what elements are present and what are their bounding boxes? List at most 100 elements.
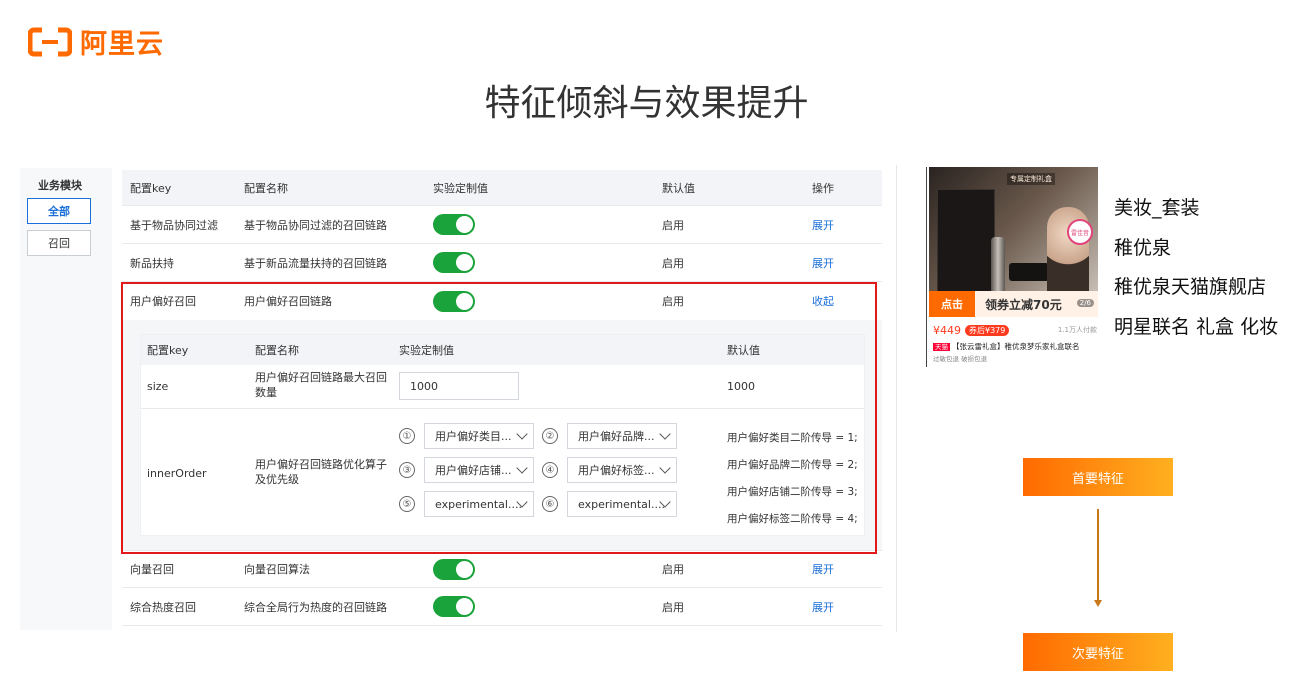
row-name: 向量召回算法 bbox=[244, 563, 310, 576]
click-button[interactable]: 点击 bbox=[929, 291, 975, 317]
product-guarantees: 过敏包退 破损包退 bbox=[933, 355, 988, 363]
vertical-divider bbox=[896, 165, 897, 632]
sub-header-value: 实验定制值 bbox=[399, 344, 454, 357]
coupon-text: 领券立减70元 bbox=[985, 297, 1062, 312]
table-row: 基于物品协同过滤 基于物品协同过滤的召回链路 启用 展开 bbox=[122, 206, 882, 244]
flow-arrow-line bbox=[1097, 509, 1099, 601]
aliyun-bracket-logo-icon bbox=[28, 27, 72, 56]
sub-header-default: 默认值 bbox=[727, 344, 760, 357]
sub-row-divider bbox=[141, 408, 864, 409]
select-value: 用户偏好标签... bbox=[578, 464, 655, 477]
select-value: 用户偏好品牌... bbox=[578, 430, 655, 443]
row-default: 启用 bbox=[662, 563, 684, 576]
gift-box-shape bbox=[937, 189, 995, 293]
feature-item: 稚优泉 bbox=[1114, 236, 1172, 259]
sold-count: 1.1万人付款 bbox=[1057, 326, 1097, 334]
row-key: 综合热度召回 bbox=[130, 600, 196, 614]
sidebar-item-recall[interactable]: 召回 bbox=[27, 230, 91, 256]
feature-list: 美妆_套装 稚优泉 稚优泉天猫旗舰店 明星联名 礼盒 化妆 bbox=[1114, 193, 1278, 351]
row-toggle[interactable] bbox=[433, 282, 475, 320]
order-default-1: 用户偏好类目二阶传导 = 1; bbox=[727, 432, 858, 444]
order-select-3[interactable]: 用户偏好店铺... bbox=[424, 457, 534, 483]
row-key: 基于物品协同过滤 bbox=[130, 218, 218, 232]
header-default-value: 默认值 bbox=[662, 181, 695, 195]
size-key: size bbox=[147, 380, 169, 393]
order-default-2: 用户偏好品牌二阶传导 = 2; bbox=[727, 459, 858, 471]
row-toggle[interactable] bbox=[433, 244, 475, 281]
order-select-2[interactable]: 用户偏好品牌... bbox=[567, 423, 677, 449]
order-default-3: 用户偏好店铺二阶传导 = 3; bbox=[727, 486, 858, 498]
table-row: 向量召回 向量召回算法 启用 展开 bbox=[122, 550, 882, 588]
row-name: 用户偏好召回链路 bbox=[244, 295, 332, 308]
secondary-feature-box: 次要特征 bbox=[1023, 633, 1173, 671]
expand-link[interactable]: 展开 bbox=[812, 588, 834, 625]
size-default: 1000 bbox=[727, 380, 755, 393]
size-name-line2: 数量 bbox=[255, 386, 277, 399]
page-indicator: 2/6 bbox=[1076, 299, 1094, 307]
table-row: 综合热度召回 综合全局行为热度的召回链路 启用 展开 bbox=[122, 588, 882, 626]
compact-shape bbox=[1009, 263, 1049, 281]
primary-feature-box: 首要特征 bbox=[1023, 458, 1173, 496]
chevron-down-icon bbox=[659, 462, 671, 474]
order-key: innerOrder bbox=[147, 466, 207, 480]
sub-header-name: 配置名称 bbox=[255, 344, 299, 357]
select-value: experimental.... bbox=[578, 497, 665, 511]
collapse-link[interactable]: 收起 bbox=[812, 282, 834, 320]
row-key: 新品扶持 bbox=[130, 256, 174, 270]
toggle-switch-on[interactable] bbox=[433, 252, 475, 273]
tmall-badge: 天猫 bbox=[933, 343, 950, 351]
order-name: 用户偏好召回链路优化算子 及优先级 bbox=[255, 457, 387, 487]
header-config-name: 配置名称 bbox=[244, 181, 288, 195]
order-select-6[interactable]: experimental.... bbox=[567, 491, 677, 517]
toggle-switch-on[interactable] bbox=[433, 290, 475, 312]
business-module-sidebar: 业务模块 全部 召回 bbox=[20, 168, 112, 630]
toggle-switch-on[interactable] bbox=[433, 214, 475, 235]
toggle-switch-on[interactable] bbox=[433, 596, 475, 617]
table-row: 新品扶持 基于新品流量扶持的召回链路 启用 展开 bbox=[122, 244, 882, 282]
celebrity-badge: 雷佳音 bbox=[1067, 219, 1093, 245]
order-number-4: ④ bbox=[542, 462, 558, 478]
row-toggle[interactable] bbox=[433, 551, 475, 587]
expand-link[interactable]: 展开 bbox=[812, 206, 834, 243]
header-experiment-value: 实验定制值 bbox=[433, 181, 488, 195]
sub-header-key: 配置key bbox=[147, 344, 189, 357]
size-value-input[interactable]: 1000 bbox=[399, 372, 519, 400]
price: ¥449 bbox=[933, 323, 961, 337]
product-card[interactable]: 专属定制礼盒 雷佳音 点击 领券立减70元 2/6 ¥449 券后¥379 1.… bbox=[926, 167, 1098, 367]
size-name-line1: 用户偏好召回链路最大召回 bbox=[255, 371, 387, 384]
select-value: 用户偏好店铺... bbox=[435, 464, 512, 477]
subconfig-table: 配置key 配置名称 实验定制值 默认值 size 用户偏好召回链路最大召回 数… bbox=[140, 334, 865, 536]
row-name: 基于新品流量扶持的召回链路 bbox=[244, 256, 387, 270]
order-select-4[interactable]: 用户偏好标签... bbox=[567, 457, 677, 483]
order-default-4: 用户偏好标签二阶传导 = 4; bbox=[727, 513, 858, 525]
row-default: 启用 bbox=[662, 256, 684, 270]
row-toggle[interactable] bbox=[433, 206, 475, 243]
page-title-text: 特征倾斜与效果提升 bbox=[484, 83, 809, 124]
row-key: 用户偏好召回 bbox=[130, 295, 196, 308]
aliyun-logo: 阿里云 bbox=[28, 22, 164, 61]
product-title[interactable]: 天猫 【张云雷礼盒】稚优泉梦乐家礼盒联名 bbox=[933, 341, 1097, 352]
product-title-text: 【张云雷礼盒】稚优泉梦乐家礼盒联名 bbox=[952, 342, 1080, 351]
expand-link[interactable]: 展开 bbox=[812, 551, 834, 587]
sidebar-item-all[interactable]: 全部 bbox=[27, 198, 91, 224]
size-name: 用户偏好召回链路最大召回 数量 bbox=[255, 370, 387, 400]
row-toggle[interactable] bbox=[433, 588, 475, 625]
arrow-down-icon bbox=[1094, 600, 1102, 607]
order-number-5: ⑤ bbox=[399, 496, 415, 512]
expand-link[interactable]: 展开 bbox=[812, 244, 834, 281]
order-number-1: ① bbox=[399, 428, 415, 444]
feature-item: 明星联名 礼盒 化妆 bbox=[1114, 315, 1279, 338]
row-default: 启用 bbox=[662, 218, 684, 232]
coupon-banner[interactable]: 点击 领券立减70元 2/6 bbox=[929, 291, 1098, 317]
logo-text: 阿里云 bbox=[80, 29, 164, 60]
price-row: ¥449 券后¥379 1.1万人付款 bbox=[933, 323, 1097, 337]
page-title: 特征倾斜与效果提升 bbox=[0, 74, 1289, 126]
order-select-5[interactable]: experimental.... bbox=[424, 491, 534, 517]
toggle-switch-on[interactable] bbox=[433, 558, 475, 580]
bottle-shape bbox=[991, 237, 1005, 297]
table-header: 配置key 配置名称 实验定制值 默认值 操作 bbox=[122, 170, 882, 206]
chevron-down-icon bbox=[516, 462, 528, 474]
image-tag: 专属定制礼盒 bbox=[1007, 173, 1055, 185]
subconfig-header: 配置key 配置名称 实验定制值 默认值 bbox=[141, 335, 864, 365]
order-select-1[interactable]: 用户偏好类目... bbox=[424, 423, 534, 449]
